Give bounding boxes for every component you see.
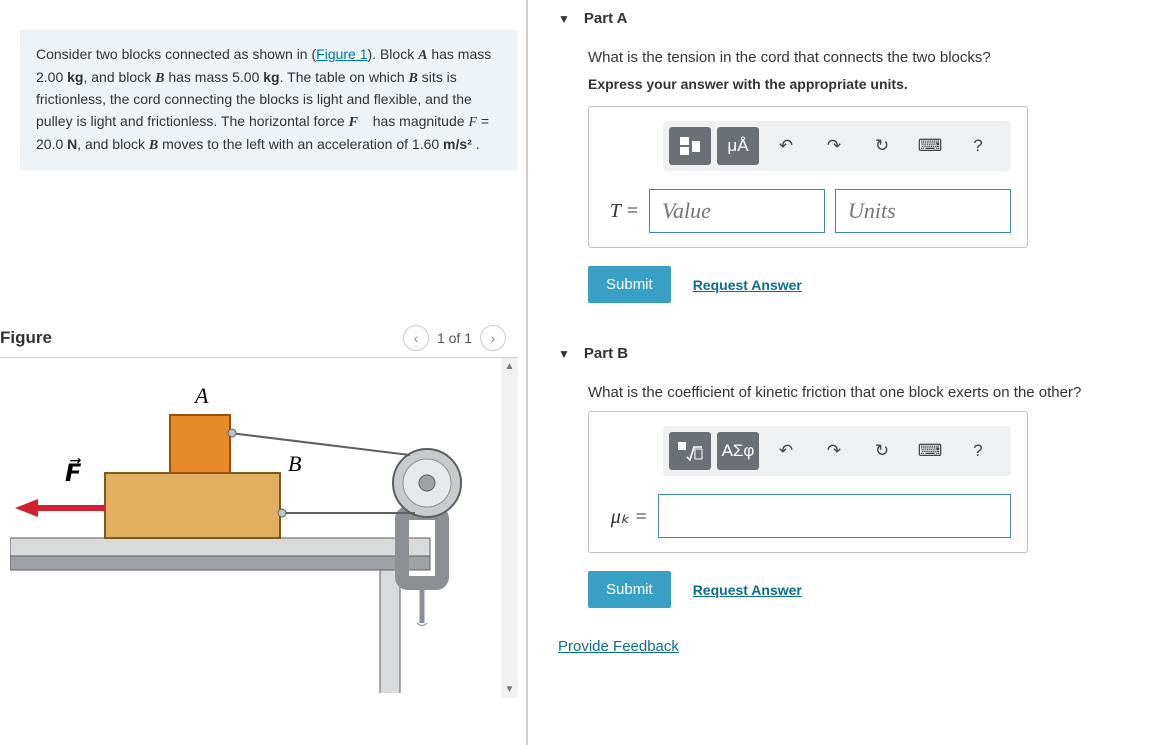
submit-button-b[interactable]: Submit [588,571,671,608]
text: moves to the left with an acceleration o… [158,136,443,152]
text: . The table on which [280,69,409,85]
answer-row-b: μₖ = [605,494,1011,538]
units-input[interactable] [835,189,1011,233]
text: has magnitude [369,113,469,129]
collapse-icon: ▼ [558,12,570,26]
text: , and block [77,136,149,152]
submit-row-b: Submit Request Answer [588,571,1143,608]
label-A: A [193,383,209,408]
request-answer-b[interactable]: Request Answer [693,582,802,598]
var-F: F [468,115,477,130]
text: . [472,136,480,152]
answer-row-a: T = [605,189,1011,233]
help-button[interactable]: ? [957,127,999,165]
right-pane: ▼ Part A What is the tension in the cord… [528,0,1153,745]
undo-button[interactable]: ↶ [765,127,807,165]
request-answer-a[interactable]: Request Answer [693,277,802,293]
figure-header: Figure ‹ 1 of 1 › [0,325,506,351]
redo-button[interactable]: ↷ [813,432,855,470]
part-a-header[interactable]: ▼ Part A [558,10,1143,27]
units-button[interactable]: μÅ [717,127,759,165]
next-figure-button[interactable]: › [480,325,506,351]
toolbar-a: μÅ ↶ ↷ ↻ ⌨ ? [663,121,1011,171]
value-input-b[interactable] [658,494,1011,538]
part-a-question: What is the tension in the cord that con… [588,49,1143,66]
pager-text: 1 of 1 [437,330,472,346]
unit: kg [263,69,279,85]
unit: N [67,136,77,152]
redo-button[interactable]: ↷ [813,127,855,165]
label-B: B [288,451,301,476]
figure-diagram: A B F⃗ [10,363,490,693]
label-F: F⃗ [65,458,82,487]
figure-area: ▲ ▼ [0,358,518,698]
greek-button[interactable]: ΑΣφ [717,432,759,470]
var-F-vec: F⃗ [349,115,369,130]
text: has mass 5.00 [164,69,263,85]
collapse-icon: ▼ [558,347,570,361]
variable-T: T = [605,200,639,223]
var-B: B [149,138,158,153]
part-b-answer-box: ΑΣφ ↶ ↷ ↻ ⌨ ? μₖ = [588,411,1028,553]
part-a-title: Part A [584,10,628,27]
var-B: B [409,71,418,86]
part-b-title: Part B [584,345,628,362]
figure-heading: Figure [0,328,52,348]
sqrt-icon [677,441,703,461]
text: ). Block [368,46,419,62]
keyboard-button[interactable]: ⌨ [909,127,951,165]
figure-link[interactable]: Figure 1 [316,46,367,62]
figure-pager: ‹ 1 of 1 › [403,325,506,351]
scrollbar[interactable]: ▲ ▼ [501,358,518,698]
text: , and block [83,69,155,85]
text: Consider two blocks connected as shown i… [36,46,316,62]
templates-button[interactable] [669,127,711,165]
submit-row-a: Submit Request Answer [588,266,1143,303]
reset-button[interactable]: ↻ [861,127,903,165]
left-pane: Consider two blocks connected as shown i… [0,0,528,745]
fraction-icon [679,136,701,156]
part-b-header[interactable]: ▼ Part B [558,345,1143,362]
undo-button[interactable]: ↶ [765,432,807,470]
reset-button[interactable]: ↻ [861,432,903,470]
templates-button[interactable] [669,432,711,470]
part-b-question: What is the coefficient of kinetic frict… [588,384,1143,401]
help-button[interactable]: ? [957,432,999,470]
unit: m/s² [443,136,472,152]
scroll-down-icon[interactable]: ▼ [501,681,518,698]
variable-muk: μₖ = [605,504,648,529]
scroll-up-icon[interactable]: ▲ [501,358,518,375]
unit: kg [67,69,83,85]
prev-figure-button[interactable]: ‹ [403,325,429,351]
part-a-answer-box: μÅ ↶ ↷ ↻ ⌨ ? T = [588,106,1028,248]
problem-statement: Consider two blocks connected as shown i… [20,30,518,170]
keyboard-button[interactable]: ⌨ [909,432,951,470]
toolbar-b: ΑΣφ ↶ ↷ ↻ ⌨ ? [663,426,1011,476]
submit-button-a[interactable]: Submit [588,266,671,303]
value-input[interactable] [649,189,825,233]
part-a-instruction: Express your answer with the appropriate… [588,76,1143,92]
provide-feedback-link[interactable]: Provide Feedback [558,638,679,655]
